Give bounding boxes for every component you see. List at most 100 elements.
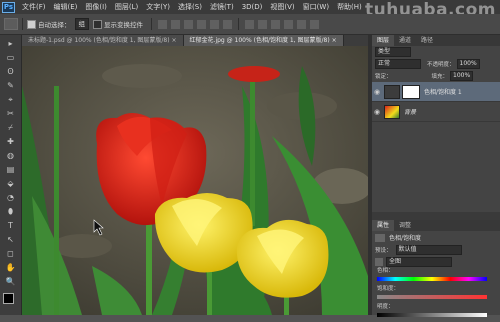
channel-dropdown[interactable]: 全图	[386, 257, 452, 267]
align-bottom-icon[interactable]	[184, 19, 193, 29]
fill-label: 填充：	[431, 74, 449, 80]
layer-kind-dropdown[interactable]: 类型	[375, 47, 411, 57]
lightness-label: 明度：	[377, 304, 394, 310]
preset-dropdown[interactable]: 默认值	[395, 245, 462, 255]
tab-channels[interactable]: 通道	[394, 35, 416, 46]
menu-image[interactable]: 图像(I)	[81, 2, 111, 12]
gradient-tool-icon[interactable]: ◔	[4, 193, 17, 202]
document-tab-bar: 未标题-1.psd @ 100% (色相/饱和度 1, 图层蒙版/8) × 红郁…	[22, 35, 368, 46]
align-top-icon[interactable]	[158, 19, 167, 29]
preset-row: 预设： 默认值	[372, 244, 500, 256]
menu-window[interactable]: 窗口(W)	[299, 2, 333, 12]
tab-tulip[interactable]: 红郁金花.jpg @ 100% (色相/饱和度 1, 图层蒙版/8) ×	[183, 35, 344, 46]
tab-adjustments[interactable]: 调整	[394, 220, 416, 231]
opacity-label: 不透明度：	[427, 62, 455, 68]
show-transform-label: 显示变换控件	[104, 21, 143, 29]
layers-panel-tabs: 图层 通道 路径	[372, 35, 500, 46]
quick-select-tool-icon[interactable]: ✎	[4, 81, 17, 90]
document-canvas[interactable]	[22, 46, 368, 315]
menu-select[interactable]: 选择(S)	[174, 2, 206, 12]
auto-select-dropdown[interactable]: 组	[74, 18, 89, 30]
visibility-eye-icon[interactable]: ◉	[372, 108, 382, 116]
layer-mask-thumbnail[interactable]	[402, 84, 420, 99]
toolbox: ▸ ▭ ʘ ✎ ⌖ ✂ ⌿ ✚ ◍ ▤ ⬙ ◔ ⬮ T ↖ ◻ ✋ 🔍	[0, 35, 22, 315]
menu-help[interactable]: 帮助(H)	[333, 2, 366, 12]
saturation-slider-row: 饱和度：	[372, 286, 500, 304]
tab-untitled[interactable]: 未标题-1.psd @ 100% (色相/饱和度 1, 图层蒙版/8) ×	[22, 35, 184, 46]
hue-label: 色相：	[377, 268, 394, 274]
crop-tool-icon[interactable]: ⌖	[4, 95, 17, 104]
target-adjust-icon[interactable]	[375, 258, 383, 266]
marquee-tool-icon[interactable]: ▭	[4, 53, 17, 62]
clone-stamp-tool-icon[interactable]: ◍	[4, 151, 17, 160]
channel-row: 全图	[372, 256, 500, 268]
layer-row-background[interactable]: ◉ 背景	[372, 102, 500, 122]
lasso-tool-icon[interactable]: ʘ	[4, 67, 17, 76]
align-left-icon[interactable]	[197, 19, 206, 29]
fill-field[interactable]: 100%	[450, 71, 474, 81]
layer-row-hue-saturation[interactable]: ◉ 色相/饱和度 1	[372, 82, 500, 102]
blend-row: 正常 不透明度： 100%	[372, 58, 500, 70]
align-middle-icon[interactable]	[171, 19, 180, 29]
brush-tool-icon[interactable]: ✚	[4, 137, 17, 146]
eyedropper-tool-icon[interactable]: ✂	[4, 109, 17, 118]
visibility-eye-icon[interactable]: ◉	[372, 88, 382, 96]
layer-name: 背景	[404, 109, 417, 116]
healing-brush-tool-icon[interactable]: ⌿	[4, 123, 17, 132]
history-brush-tool-icon[interactable]: ▤	[4, 165, 17, 174]
eraser-tool-icon[interactable]: ⬙	[4, 179, 17, 188]
hue-slider-row: 色相：	[372, 268, 500, 286]
menu-type[interactable]: 文字(Y)	[142, 2, 174, 12]
hand-tool-icon[interactable]: ✋	[4, 263, 17, 272]
divider	[151, 18, 152, 30]
lock-label: 锁定：	[375, 74, 392, 80]
move-tool-icon[interactable]: ▸	[4, 39, 17, 48]
align-right-icon[interactable]	[223, 19, 232, 29]
lock-row: 锁定： 填充： 100%	[372, 70, 500, 82]
shape-tool-icon[interactable]: ◻	[4, 249, 17, 258]
tulip-photo	[22, 46, 368, 315]
dodge-tool-icon[interactable]: ⬮	[4, 207, 17, 216]
tab-layers[interactable]: 图层	[372, 35, 395, 46]
blend-mode-dropdown[interactable]: 正常	[375, 59, 421, 69]
align-center-icon[interactable]	[210, 19, 219, 29]
lightness-slider[interactable]	[377, 313, 487, 317]
distribute-left-icon[interactable]	[284, 19, 293, 29]
divider	[238, 18, 239, 30]
background-thumbnail	[384, 104, 400, 119]
layers-empty-area	[372, 122, 500, 212]
layer-filter-row: 类型	[372, 46, 500, 58]
menu-edit[interactable]: 编辑(E)	[50, 2, 82, 12]
properties-panel-tabs: 属性 调整	[372, 220, 500, 231]
menu-layer[interactable]: 图层(L)	[111, 2, 142, 12]
layers-footer	[372, 212, 500, 220]
saturation-slider[interactable]	[377, 295, 487, 299]
type-tool-icon[interactable]: T	[4, 221, 17, 230]
menu-3d[interactable]: 3D(D)	[238, 3, 267, 11]
options-bar: 自动选择： 组 显示变换控件	[0, 14, 500, 35]
auto-select-checkbox[interactable]	[27, 19, 36, 29]
menu-view[interactable]: 视图(V)	[266, 2, 298, 12]
distribute-bottom-icon[interactable]	[271, 19, 280, 29]
opacity-field[interactable]: 100%	[456, 59, 480, 69]
hue-slider[interactable]	[377, 277, 487, 281]
photoshop-logo: Ps	[2, 1, 15, 13]
show-transform-checkbox[interactable]	[93, 19, 102, 29]
distribute-right-icon[interactable]	[310, 19, 319, 29]
zoom-tool-icon[interactable]: 🔍	[4, 277, 17, 286]
path-selection-tool-icon[interactable]: ↖	[4, 235, 17, 244]
tab-paths[interactable]: 路径	[416, 35, 438, 46]
distribute-middle-icon[interactable]	[258, 19, 267, 29]
menu-filter[interactable]: 滤镜(T)	[206, 2, 238, 12]
foreground-color-swatch[interactable]	[3, 293, 14, 304]
distribute-center-icon[interactable]	[297, 19, 306, 29]
properties-title: 色相/饱和度	[389, 235, 422, 242]
tab-properties[interactable]: 属性	[372, 220, 395, 231]
distribute-top-icon[interactable]	[245, 19, 254, 29]
panels-column: 图层 通道 路径 类型 正常 不透明度： 100% 锁定： 填充： 100% ◉…	[372, 35, 500, 317]
move-tool-preset-icon[interactable]	[4, 18, 18, 30]
preset-label: 预设：	[375, 248, 392, 254]
menu-file[interactable]: 文件(F)	[18, 2, 50, 12]
hue-saturation-icon	[375, 233, 385, 242]
adjustment-thumbnail	[384, 84, 400, 99]
